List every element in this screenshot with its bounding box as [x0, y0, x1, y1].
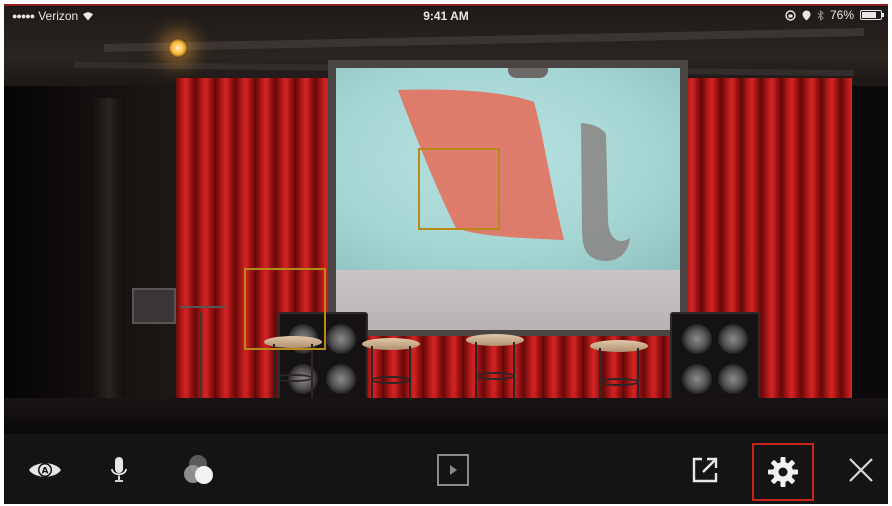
play-icon — [437, 454, 469, 486]
close-button[interactable] — [838, 447, 884, 493]
projected-logo — [398, 89, 630, 262]
pillar — [94, 98, 124, 418]
projection-screen — [328, 60, 688, 336]
stage-monitor — [132, 288, 176, 324]
ceiling-light — [168, 38, 188, 58]
rotation-lock-icon — [785, 9, 796, 21]
status-bar: ●●●●● Verizon 9:41 AM 76% — [4, 6, 888, 26]
focus-indicator — [244, 268, 326, 350]
battery-percent: 76% — [829, 8, 854, 22]
microphone-icon — [111, 457, 127, 482]
camera-live-view[interactable] — [4, 6, 888, 434]
settings-button[interactable] — [752, 443, 814, 501]
focus-indicator — [418, 148, 500, 230]
location-icon — [802, 10, 811, 20]
right-speaker-cabinet — [670, 312, 760, 404]
play-button[interactable] — [430, 447, 476, 493]
color-circles-icon — [184, 455, 213, 484]
share-external-icon — [692, 457, 718, 483]
battery-icon — [860, 10, 884, 20]
close-icon — [849, 458, 873, 482]
battery-level — [862, 12, 876, 18]
right-wall — [849, 86, 888, 416]
left-wall — [4, 86, 176, 416]
svg-text:A: A — [42, 467, 49, 477]
mic-stand — [200, 312, 202, 402]
view-mode-button[interactable]: A — [22, 447, 68, 493]
mic-boom — [180, 306, 226, 308]
bottom-toolbar: A — [4, 434, 888, 504]
color-filter-button[interactable] — [176, 447, 222, 493]
share-button[interactable] — [682, 447, 728, 493]
microphone-button[interactable] — [96, 447, 142, 493]
bluetooth-icon — [817, 9, 824, 21]
gear-icon — [768, 457, 798, 487]
status-time: 9:41 AM — [423, 9, 469, 23]
stage-floor — [4, 398, 888, 434]
eye-a-icon: A — [29, 463, 61, 477]
app-screen: ●●●●● Verizon 9:41 AM 76% A — [4, 4, 888, 504]
